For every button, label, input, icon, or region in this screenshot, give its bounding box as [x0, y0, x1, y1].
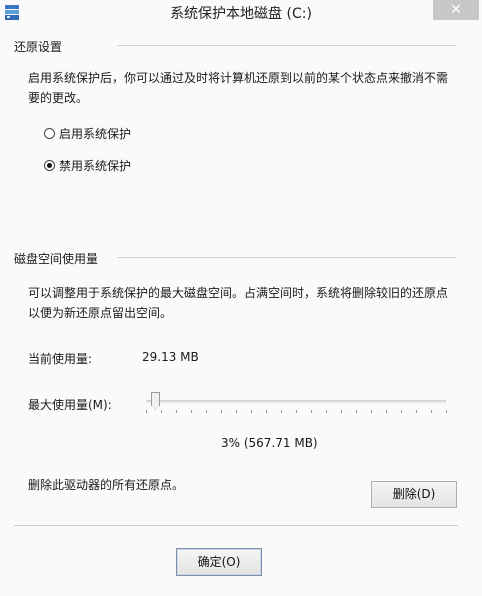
disk-usage-section-title: 磁盘空间使用量: [14, 252, 99, 266]
disk-usage-description: 可以调整用于系统保护的最大磁盘空间。占满空间时，系统将删除较旧的还原点 以便为新…: [28, 283, 448, 323]
slider-tick: [191, 410, 192, 413]
slider-tick: [206, 410, 207, 413]
restore-settings-section-line: [117, 45, 456, 46]
radio-disable-protection-label: 禁用系统保护: [59, 159, 132, 173]
slider-tick: [251, 410, 252, 413]
max-usage-readout: 3% (567.71 MB): [221, 436, 318, 450]
slider-thumb[interactable]: [151, 392, 160, 410]
radio-disable-protection[interactable]: 禁用系统保护: [44, 157, 131, 174]
slider-tick: [296, 410, 297, 413]
slider-tick: [236, 410, 237, 413]
delete-button[interactable]: 删除(D): [371, 481, 457, 508]
close-button[interactable]: ✕: [433, 0, 479, 20]
disk-usage-description-line-1: 可以调整用于系统保护的最大磁盘空间。占满空间时，系统将删除较旧的还原点: [28, 286, 449, 300]
footer-divider: [14, 525, 458, 526]
restore-description: 启用系统保护后，你可以通过及时将计算机还原到以前的某个状态点来撤消不需 要的更改…: [28, 68, 448, 108]
slider-tick: [371, 410, 372, 413]
restore-description-line-2: 要的更改。: [28, 91, 89, 105]
title-bar: 系统保护本地磁盘 (C:) ✕: [0, 0, 482, 26]
disk-usage-section-line: [117, 257, 456, 258]
slider-tick: [311, 410, 312, 413]
slider-tick: [221, 410, 222, 413]
restore-settings-section-title: 还原设置: [14, 40, 63, 54]
radio-enable-protection-label: 启用系统保护: [59, 127, 132, 141]
radio-enable-protection[interactable]: 启用系统保护: [44, 125, 131, 142]
restore-description-line-1: 启用系统保护后，你可以通过及时将计算机还原到以前的某个状态点来撤消不需: [28, 71, 449, 85]
ok-button[interactable]: 确定(O): [176, 548, 262, 576]
slider-track[interactable]: [146, 400, 446, 403]
radio-enable-protection-indicator[interactable]: [44, 128, 55, 139]
current-usage-label: 当前使用量:: [28, 352, 93, 366]
slider-tick: [386, 410, 387, 413]
slider-tick: [431, 410, 432, 413]
slider-tick: [401, 410, 402, 413]
close-icon: ✕: [450, 2, 462, 18]
slider-tick: [146, 410, 147, 413]
slider-tick: [176, 410, 177, 413]
slider-tick: [341, 410, 342, 413]
delete-restore-points-text: 删除此驱动器的所有还原点。: [28, 478, 185, 492]
slider-tick: [446, 410, 447, 413]
disk-usage-description-line-2: 以便为新还原点留出空间。: [28, 306, 173, 320]
slider-tick: [266, 410, 267, 413]
max-usage-label: 最大使用量(M):: [28, 398, 112, 412]
system-protection-dialog: 系统保护本地磁盘 (C:) ✕ 还原设置 启用系统保护后，你可以通过及时将计算机…: [0, 0, 482, 596]
slider-tick: [416, 410, 417, 413]
current-usage-value: 29.13 MB: [142, 350, 199, 364]
window-title: 系统保护本地磁盘 (C:): [170, 6, 312, 22]
slider-tick: [161, 410, 162, 413]
slider-tick: [356, 410, 357, 413]
radio-disable-protection-indicator[interactable]: [44, 160, 55, 171]
slider-tick: [326, 410, 327, 413]
slider-tick: [281, 410, 282, 413]
